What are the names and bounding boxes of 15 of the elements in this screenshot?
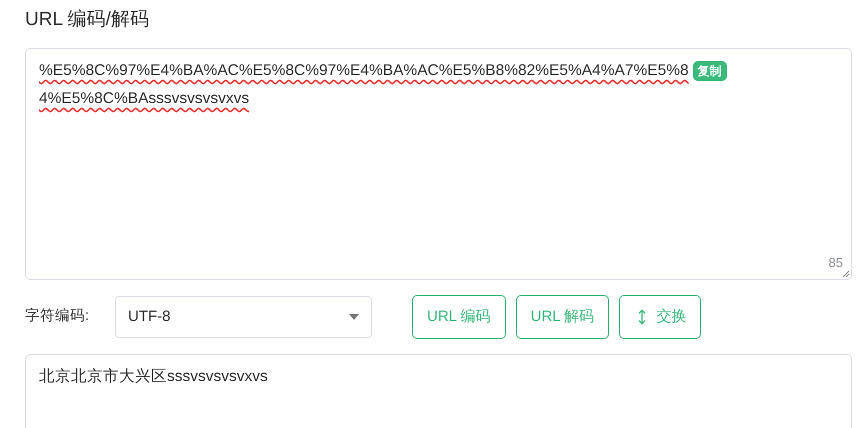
action-button[interactable]: URL 解码 [516,295,610,339]
resize-handle-icon[interactable] [842,270,850,278]
charset-label: 字符编码: [25,306,90,326]
text-line: %E5%8C%97%E4%BA%AC%E5%8C%97%E4%BA%AC%E5%B8%82%E5%A4%A7%E5%8 [39,61,689,81]
encoded-text-area[interactable]: %E5%8C%97%E4%BA%AC%E5%8C%97%E4%BA%AC%E5%B8%82%E5%A4%A7%E5%8 复制 4%E5%8C%BAsssvsvsvsvxvs 85 [25,48,852,280]
text-value: 北京北京市大兴区sssvsvsvsvxvs [39,368,268,385]
text-line: 4%E5%8C%BAsssvsvsvsvxvs [39,89,250,109]
character-count: 85 [828,254,843,272]
page-title: URL 编码/解码 [25,8,150,32]
decoded-text-area[interactable]: 北京北京市大兴区sssvsvsvsvxvs [25,354,852,428]
charset-select[interactable]: UTF-8 [115,296,372,338]
caret-icon [349,314,359,320]
copy-badge[interactable]: 复制 [692,61,727,81]
action-button[interactable]: URL 编码 [412,295,506,339]
swap-button[interactable]: 交换 [619,295,702,339]
